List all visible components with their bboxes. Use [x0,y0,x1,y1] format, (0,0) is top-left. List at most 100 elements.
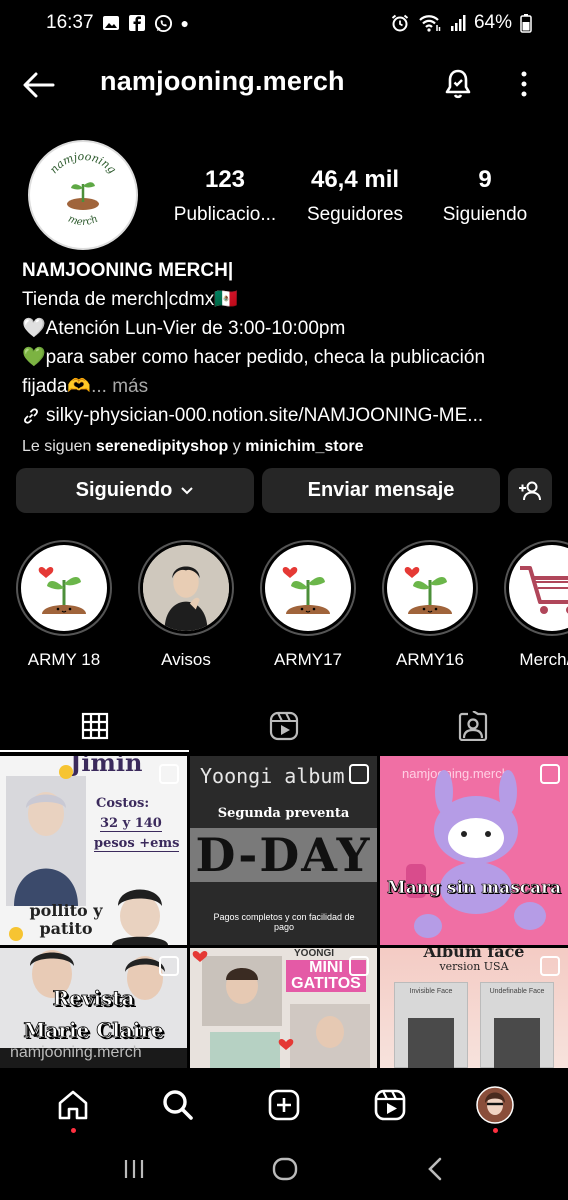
post-album-name: D-DAY [190,828,377,882]
tab-posts-grid[interactable] [0,700,190,752]
followed-by-user-2: minichim_store [245,438,364,455]
home-circle-icon [272,1157,298,1180]
suggest-people-button[interactable] [508,468,552,513]
logo-text-top: namjooning [47,150,119,176]
message-button[interactable]: Enviar mensaje [262,468,500,513]
message-button-label: Enviar mensaje [307,479,455,501]
followed-by-prefix: Le siguen [22,438,92,455]
tab-reels[interactable] [189,700,378,752]
system-navigation-bar [0,1142,568,1200]
home-system-button[interactable] [271,1155,299,1188]
highlight-army16[interactable]: ARMY16 [380,540,480,670]
bio-line-2: 🤍Atención Lun-Vier de 3:00-10:00pm [22,318,346,339]
tab-tagged[interactable] [379,700,568,752]
namjooning-merch-logo: namjooning merch [47,150,119,228]
highlight-merch[interactable]: Merch/O [502,540,568,670]
profile-tabs [0,700,568,752]
highlight-label: Avisos [161,650,211,669]
logo-text-bottom: merch [66,214,99,228]
post-title-line-2: GATITOS [286,976,366,992]
followed-by-user-1: serenedipityshop [95,438,229,455]
plant-heart-icon [404,566,452,614]
story-highlights: ARMY 18 Avisos ARMY17 ARMY16 Merch/O [0,540,568,670]
post-album-face[interactable]: Album face version USA Invisible Face Un… [380,948,568,1068]
svg-text:merch: merch [66,214,99,228]
posts-label: Publicacio... [173,204,277,225]
notifications-button[interactable] [440,66,476,102]
battery-icon [520,13,532,33]
post-title-line-2: Marie Claire [23,1018,164,1043]
nav-profile[interactable] [465,1075,525,1135]
post-costs-values: 32 y 140 [100,816,162,832]
album-version-1: Invisible Face [409,988,453,995]
plush-photo [406,770,546,938]
battery-percent: 64% [473,12,512,33]
multiple-images-icon [159,956,179,976]
highlight-army17[interactable]: ARMY17 [258,540,358,670]
search-icon [163,1090,194,1120]
nav-create[interactable] [254,1075,314,1135]
multiple-images-icon [540,764,560,784]
multiple-images-icon [159,764,179,784]
home-icon [58,1090,88,1120]
more-options-button[interactable] [510,66,538,102]
profile-bio: NAMJOONING MERCH| Tienda de merch|cdmx🇲🇽… [22,256,552,461]
recent-apps-button[interactable] [122,1157,146,1186]
highlight-label: ARMY17 [273,650,343,669]
system-back-button[interactable] [424,1156,446,1187]
posts-count: 123 [204,166,246,193]
post-title-line-1: Revista [52,986,135,1011]
album-disc-2 [494,1018,540,1068]
nav-home[interactable] [43,1075,103,1135]
reels-icon [374,1089,405,1121]
post-mang[interactable]: namjooning.merch Mang sin mascara [380,756,568,945]
bio-line-4-wrap: fijada🫶... más [22,372,552,401]
post-costs-label: Costos: [96,796,150,811]
link-icon [24,407,38,424]
profile-stats: 123 Publicacio... 46,4 mil Seguidores 9 … [160,166,550,226]
wifi-icon [418,13,442,33]
profile-actions: Siguiendo Enviar mensaje [16,468,552,513]
stat-posts[interactable]: 123 Publicacio... [160,166,290,226]
back-button[interactable] [22,68,56,102]
multiple-images-icon [540,956,560,976]
bio-line-3: 💚para saber como hacer pedido, checa la … [22,347,486,368]
followed-by[interactable]: Le siguen serenedipityshop y minichim_st… [22,432,552,461]
post-caption: pollito y patito [29,901,103,938]
post-yoongi-album[interactable]: Yoongi album Segunda preventa D-DAY Pago… [190,756,377,945]
profile-avatar[interactable]: namjooning merch [28,140,138,250]
facebook-notification-icon [128,14,146,32]
post-subtitle: Segunda preventa [217,806,350,821]
post-jimin[interactable]: Jimin Costos: 32 y 140 pesos +ems pollit… [0,756,187,945]
nav-reels[interactable] [360,1075,420,1135]
add-person-icon [519,481,541,500]
recent-apps-icon [125,1159,144,1178]
posts-grid: Jimin Costos: 32 y 140 pesos +ems pollit… [0,756,568,1068]
album-version-2: Undefinable Face [489,988,545,995]
svg-text:namjooning: namjooning [47,150,119,176]
highlight-label: ARMY16 [395,650,465,669]
post-label: YOONGI [294,948,335,959]
bio-line-4: fijada🫶 [22,376,92,397]
following-button[interactable]: Siguiendo [16,468,254,513]
profile-avatar-icon [476,1086,514,1124]
post-mini-gatitos[interactable]: YOONGI MINI GATITOS [190,948,377,1068]
home-notification-dot [70,1128,76,1133]
plant-heart-icon [38,566,86,614]
reels-icon [269,711,299,741]
bio-more-link[interactable]: ... más [91,376,148,397]
status-bar: 16:37 ● 64% [0,0,568,46]
album-disc-1 [408,1018,454,1068]
shopping-cart-icon [520,566,568,614]
bio-external-link[interactable]: silky-physician-000.notion.site/NAMJOONI… [22,401,552,430]
nav-search[interactable] [148,1075,208,1135]
bottom-navigation [0,1070,568,1140]
person-photo [143,545,229,631]
stat-followers[interactable]: 46,4 mil Seguidores [290,166,420,226]
highlight-avisos[interactable]: Avisos [136,540,236,670]
highlight-army-18[interactable]: ARMY 18 [14,540,114,670]
stat-following[interactable]: 9 Siguiendo [420,166,550,226]
post-payment-note: Pagos completos y con facilidad de pago [213,912,355,932]
post-revista[interactable]: Revista Marie Claire namjooning.merch [0,948,187,1068]
profile-header: namjooning.merch [0,56,568,112]
